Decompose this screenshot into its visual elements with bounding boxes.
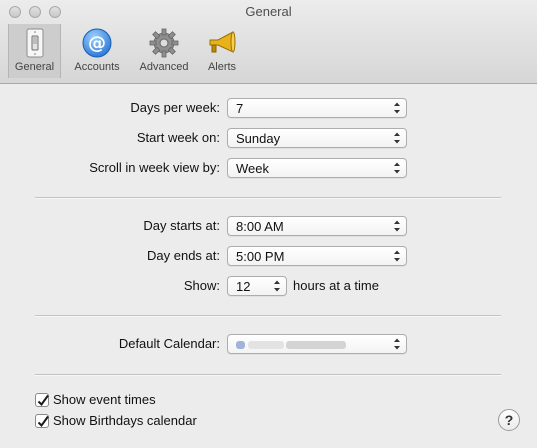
stepper-arrows-icon [274, 280, 280, 292]
stepper-arrows-icon [394, 220, 400, 232]
blurred-calendar-name [286, 341, 346, 349]
start-week-on-value: Sunday [236, 131, 281, 146]
show-hours-popup[interactable]: 12 [227, 276, 287, 296]
tab-alerts-label: Alerts [207, 61, 237, 73]
checkmark-icon [37, 394, 49, 407]
calendar-color-swatch [236, 341, 245, 349]
show-birthdays-label: Show Birthdays calendar [53, 413, 197, 428]
stepper-arrows-icon [394, 250, 400, 262]
gear-icon [149, 28, 179, 58]
scroll-week-view-popup[interactable]: Week [227, 158, 407, 178]
titlebar: General General @ Accounts Advanced Aler… [0, 0, 537, 84]
days-per-week-label: Days per week: [130, 100, 220, 115]
tab-accounts[interactable]: @ Accounts [66, 24, 128, 78]
tab-general[interactable]: General [8, 24, 61, 78]
show-hours-value: 12 [236, 279, 251, 294]
day-ends-at-popup[interactable]: 5:00 PM [227, 246, 407, 266]
scroll-week-view-value: Week [236, 161, 269, 176]
blurred-calendar-name [248, 341, 284, 349]
show-birthdays-checkbox[interactable] [35, 414, 49, 428]
window-title: General [245, 4, 292, 19]
show-label: Show: [183, 278, 220, 293]
default-calendar-label: Default Calendar: [118, 336, 220, 351]
tab-accounts-label: Accounts [74, 61, 120, 73]
preferences-window: General General @ Accounts Advanced Aler… [0, 0, 537, 448]
stepper-arrows-icon [394, 338, 400, 350]
checkmark-icon [37, 415, 49, 428]
hours-at-a-time-label: hours at a time [293, 278, 379, 293]
separator [35, 197, 501, 199]
tab-alerts[interactable]: Alerts [199, 24, 245, 78]
stepper-arrows-icon [394, 162, 400, 174]
svg-text:@: @ [88, 33, 106, 54]
days-per-week-value: 7 [236, 101, 244, 116]
days-per-week-popup[interactable]: 7 [227, 98, 407, 118]
help-button[interactable]: ? [498, 409, 520, 431]
tab-advanced[interactable]: Advanced [134, 24, 194, 78]
start-week-on-label: Start week on: [136, 130, 220, 145]
day-starts-at-value: 8:00 AM [236, 219, 284, 234]
day-ends-at-label: Day ends at: [147, 248, 220, 263]
light-switch-icon [26, 28, 43, 58]
tab-general-label: General [14, 61, 55, 73]
separator [35, 374, 501, 376]
day-ends-at-value: 5:00 PM [236, 249, 285, 264]
default-calendar-popup[interactable] [227, 334, 407, 354]
day-starts-at-label: Day starts at: [143, 218, 220, 233]
separator [35, 315, 501, 317]
start-week-on-popup[interactable]: Sunday [227, 128, 407, 148]
show-event-times-checkbox[interactable] [35, 393, 49, 407]
day-starts-at-popup[interactable]: 8:00 AM [227, 216, 407, 236]
stepper-arrows-icon [394, 132, 400, 144]
at-sign-icon: @ [82, 28, 112, 58]
tab-advanced-label: Advanced [139, 61, 189, 73]
scroll-week-view-label: Scroll in week view by: [89, 160, 220, 175]
show-event-times-label: Show event times [53, 392, 156, 407]
stepper-arrows-icon [394, 102, 400, 114]
megaphone-icon [209, 31, 236, 53]
